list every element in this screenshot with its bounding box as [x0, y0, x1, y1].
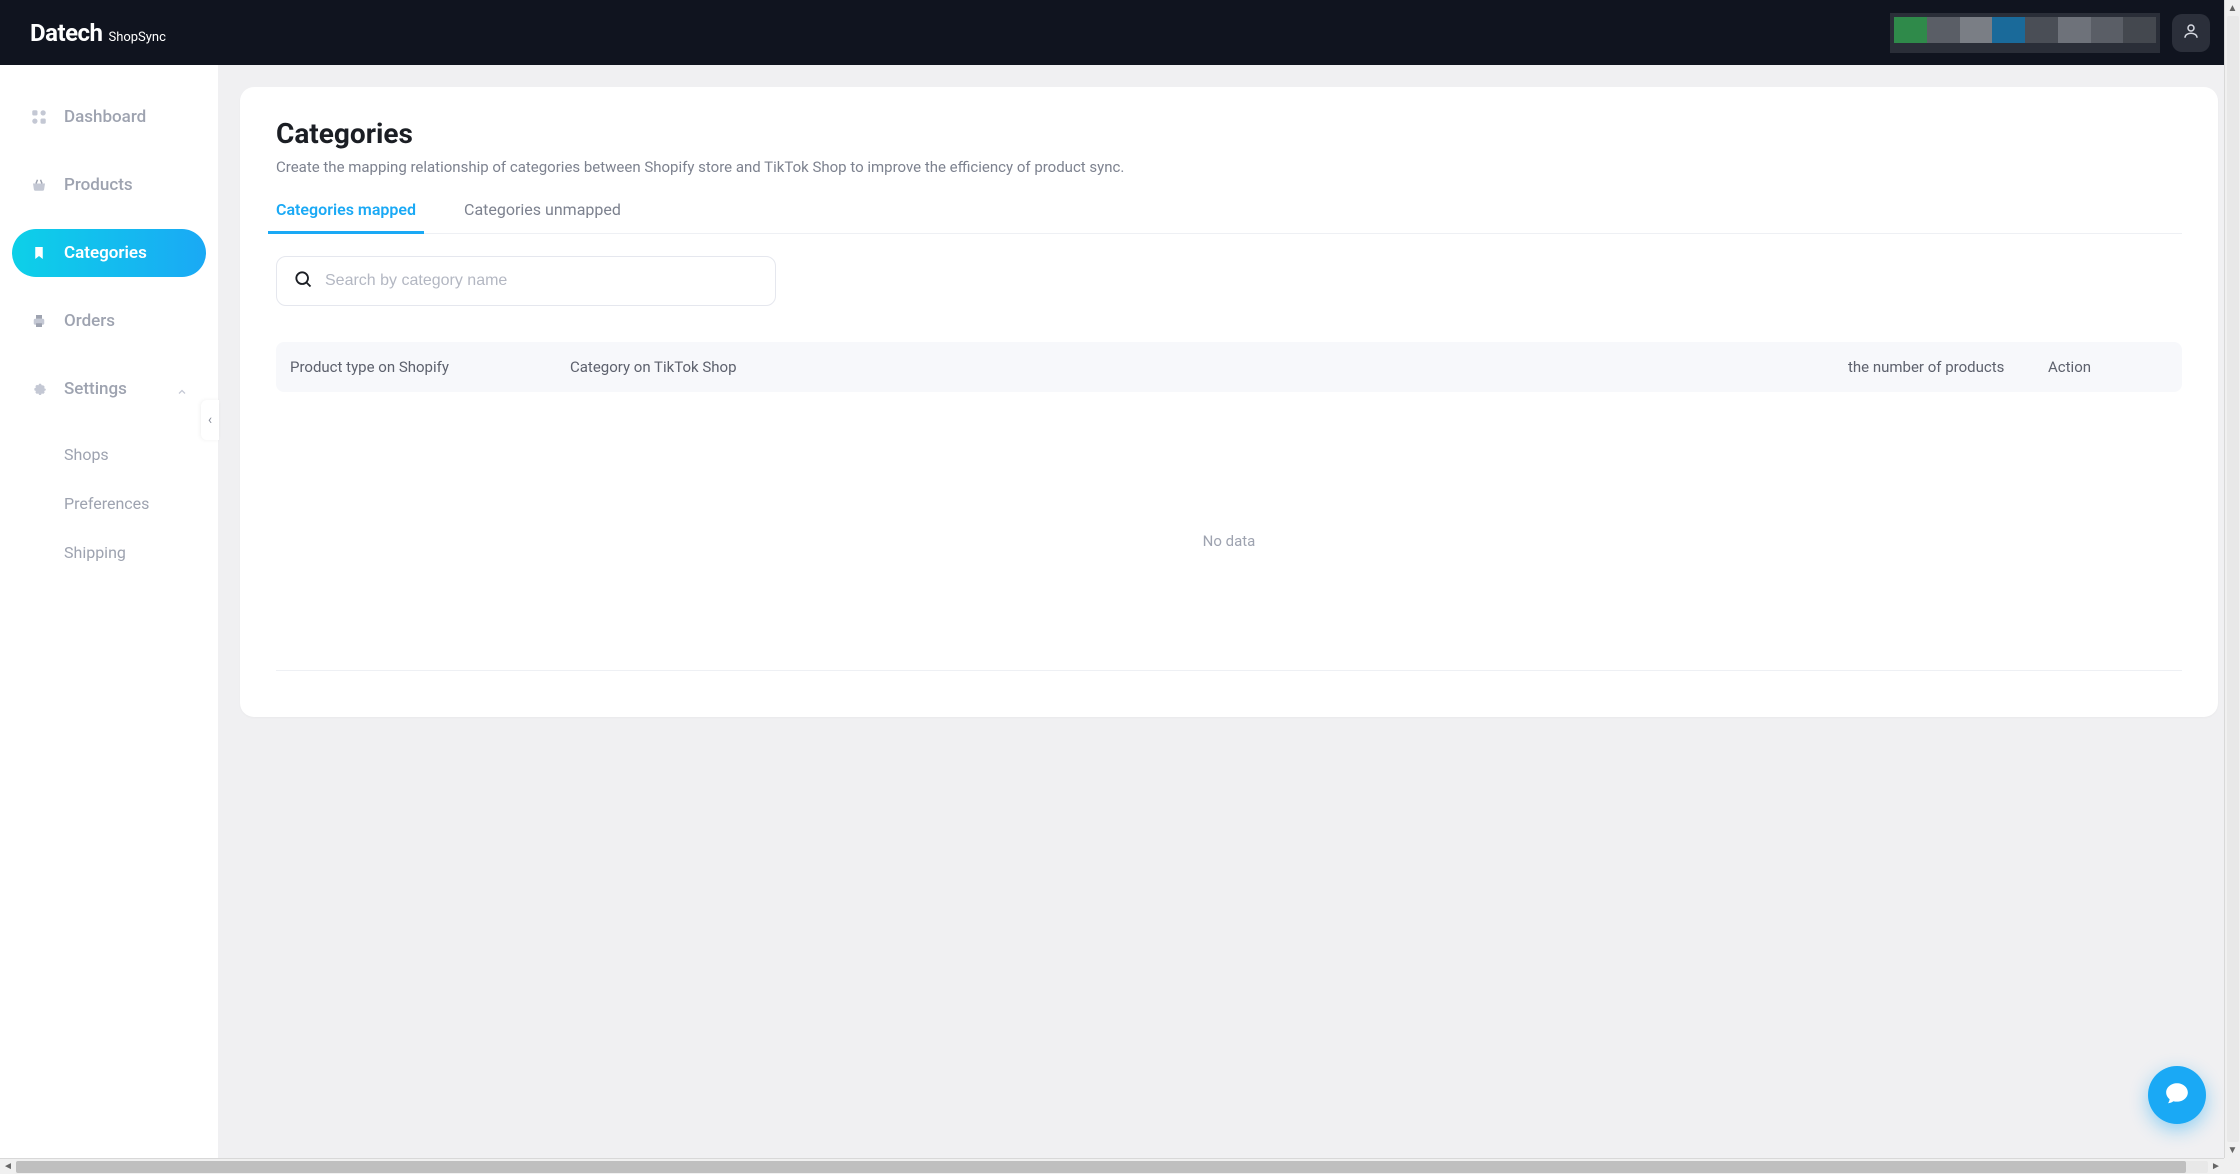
sidebar-item-label: Products: [64, 175, 133, 195]
sidebar-subitem-shops[interactable]: Shops: [64, 433, 206, 476]
chat-icon: [2164, 1080, 2190, 1110]
redacted-region: [1890, 13, 2160, 53]
scroll-left-arrow-icon: ◄: [0, 1161, 16, 1172]
app-header: Datech ShopSync: [0, 0, 2240, 65]
page-subtitle: Create the mapping relationship of categ…: [276, 158, 2182, 176]
sidebar-item-orders[interactable]: Orders: [12, 297, 206, 345]
main-content: Categories Create the mapping relationsh…: [218, 65, 2240, 1174]
search-icon: [293, 269, 313, 293]
tabs: Categories mapped Categories unmapped: [276, 200, 2182, 234]
logo-main: Datech: [30, 19, 102, 47]
basket-icon: [30, 176, 48, 194]
sidebar-subitem-label: Shops: [64, 445, 109, 464]
column-header-tiktok-category: Category on TikTok Shop: [570, 358, 1848, 376]
gear-icon: [30, 380, 48, 398]
logo-sub: ShopSync: [108, 30, 165, 45]
column-header-product-type: Product type on Shopify: [290, 358, 570, 376]
scroll-down-arrow-icon: ▼: [2228, 1142, 2238, 1158]
chevron-left-icon: ‹: [208, 412, 212, 428]
sidebar-item-dashboard[interactable]: Dashboard: [12, 93, 206, 141]
horizontal-scrollbar[interactable]: ◄ ►: [0, 1158, 2224, 1174]
dashboard-icon: [30, 108, 48, 126]
sidebar-item-label: Dashboard: [64, 107, 146, 127]
page-title: Categories: [276, 117, 2182, 150]
sidebar-subitem-label: Preferences: [64, 494, 149, 513]
search-input[interactable]: [325, 272, 759, 290]
tab-label: Categories unmapped: [464, 200, 621, 219]
bookmark-icon: [30, 244, 48, 262]
content-card: Categories Create the mapping relationsh…: [240, 87, 2218, 717]
sidebar-item-label: Categories: [64, 243, 147, 263]
scroll-corner: [2224, 1158, 2240, 1174]
tab-categories-unmapped[interactable]: Categories unmapped: [464, 200, 621, 233]
sidebar-subitem-preferences[interactable]: Preferences: [64, 482, 206, 525]
settings-submenu: Shops Preferences Shipping: [12, 433, 206, 574]
table-empty-state: No data: [276, 392, 2182, 671]
tab-categories-mapped[interactable]: Categories mapped: [276, 200, 416, 233]
table-header: Product type on Shopify Category on TikT…: [276, 342, 2182, 392]
sidebar-item-label: Settings: [64, 379, 127, 399]
sidebar-item-products[interactable]: Products: [12, 161, 206, 209]
sidebar: Dashboard Products Categories Orders: [0, 65, 218, 1174]
sidebar-item-settings[interactable]: Settings: [12, 365, 206, 413]
column-header-product-count: the number of products: [1848, 358, 2048, 376]
header-right: [1890, 13, 2210, 53]
user-menu-button[interactable]: [2172, 14, 2210, 52]
tab-label: Categories mapped: [276, 200, 416, 219]
scroll-right-arrow-icon: ►: [2208, 1161, 2224, 1172]
sidebar-subitem-shipping[interactable]: Shipping: [64, 531, 206, 574]
sidebar-collapse-button[interactable]: ‹: [201, 400, 219, 440]
logo: Datech ShopSync: [30, 19, 166, 47]
sidebar-item-categories[interactable]: Categories: [12, 229, 206, 277]
sidebar-item-label: Orders: [64, 311, 115, 331]
chevron-up-icon: [176, 383, 188, 395]
user-icon: [2182, 22, 2200, 44]
search-container: [276, 256, 776, 306]
printer-icon: [30, 312, 48, 330]
scroll-up-arrow-icon: ▲: [2228, 0, 2238, 16]
sidebar-subitem-label: Shipping: [64, 543, 126, 562]
chat-button[interactable]: [2148, 1066, 2206, 1124]
vertical-scrollbar[interactable]: ▲ ▼: [2224, 0, 2240, 1158]
column-header-action: Action: [2048, 358, 2168, 376]
